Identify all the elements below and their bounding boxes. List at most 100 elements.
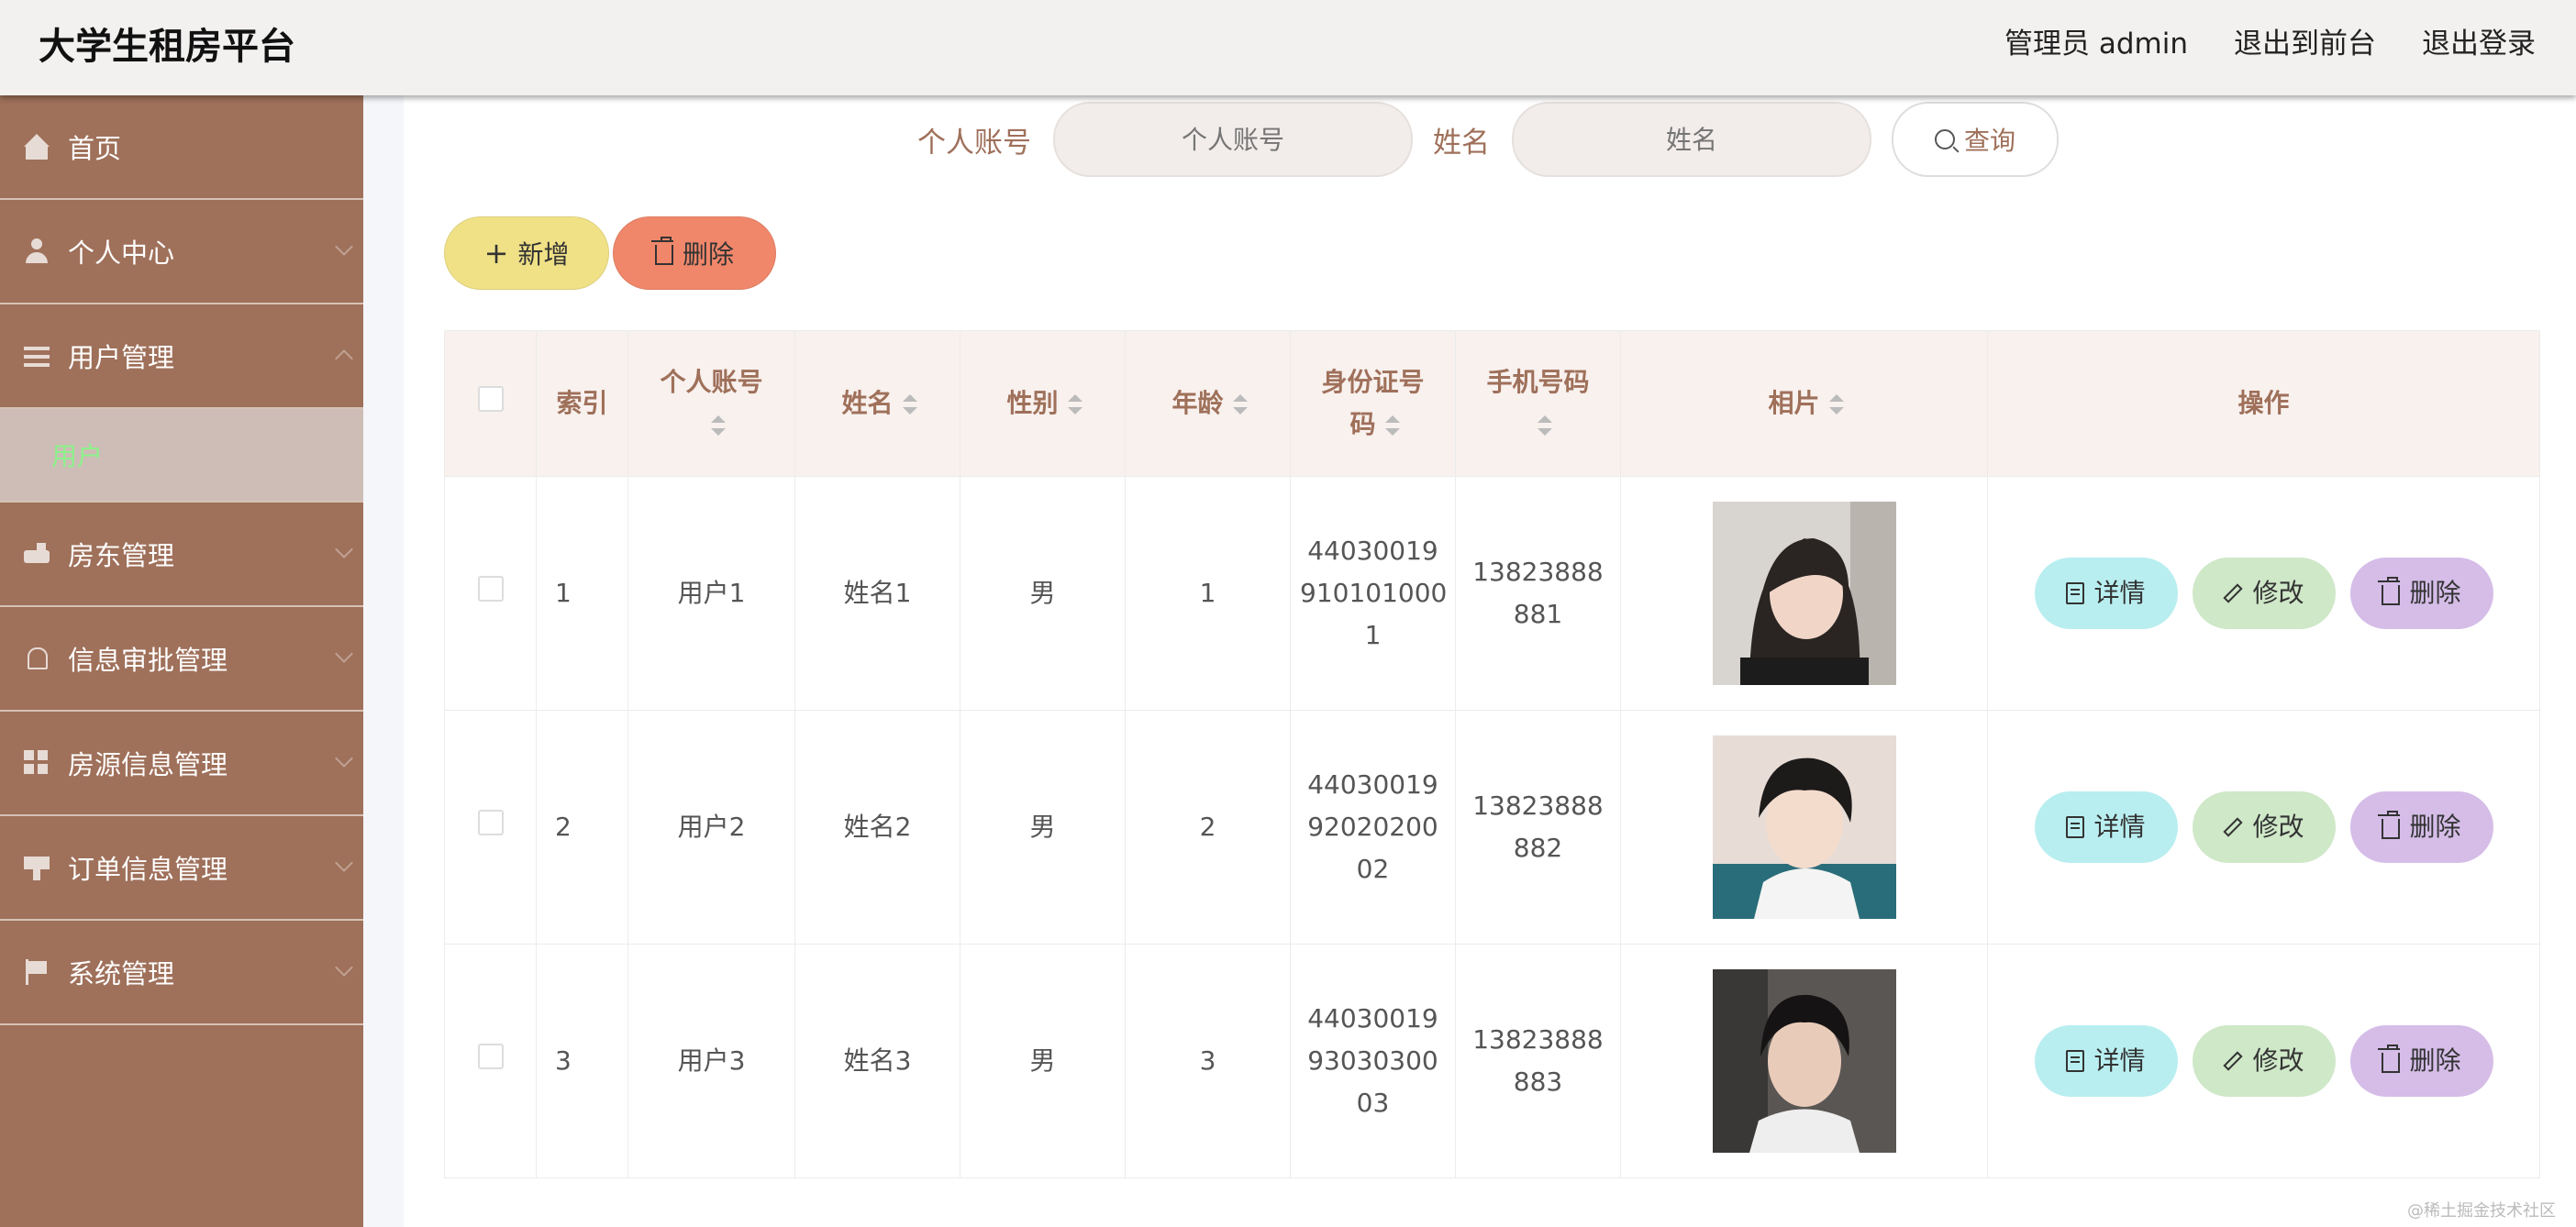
brand-title: 大学生租房平台 xyxy=(39,26,295,68)
user-photo[interactable] xyxy=(1712,969,1896,1153)
cell-name: 姓名2 xyxy=(794,710,960,945)
cell-photo xyxy=(1620,944,1988,1178)
sort-icon[interactable] xyxy=(1232,394,1248,415)
cell-gender: 男 xyxy=(960,476,1126,711)
detail-label: 详情 xyxy=(2093,812,2146,842)
cell-index: 1 xyxy=(536,476,628,711)
cell-name: 姓名1 xyxy=(794,476,960,711)
bell-icon xyxy=(24,646,50,671)
phone-part: 13823888 xyxy=(1472,790,1604,821)
edit-button[interactable]: 修改 xyxy=(2192,1025,2336,1097)
id-part: 03 xyxy=(1356,1088,1390,1118)
detail-button[interactable]: 详情 xyxy=(2034,1025,2178,1097)
delete-button[interactable]: 删除 xyxy=(2349,558,2493,629)
table-row: 3 用户3 姓名3 男 3 44030019 93030300 03 1382388… xyxy=(444,944,2540,1178)
user-photo[interactable] xyxy=(1712,735,1896,919)
row-checkbox[interactable] xyxy=(477,810,504,835)
col-account[interactable]: 个人账号 xyxy=(627,330,795,477)
sidebar-item-order-management[interactable]: 订单信息管理 xyxy=(0,816,363,921)
detail-button[interactable]: 详情 xyxy=(2034,791,2178,863)
col-phone[interactable]: 手机号码 xyxy=(1455,330,1621,477)
select-all-checkbox[interactable] xyxy=(477,386,504,412)
query-button[interactable]: 查询 xyxy=(1892,102,2059,177)
cell-ops: 详情 修改 删除 xyxy=(1987,476,2540,711)
trash-icon xyxy=(650,237,673,265)
sidebar-item-label: 信息审批管理 xyxy=(68,645,228,676)
sidebar-item-approval-management[interactable]: 信息审批管理 xyxy=(0,607,363,712)
main-content: 个人账号 姓名 查询 + 新增 删除 索引 个人账号 姓 xyxy=(404,95,2576,1227)
name-input[interactable] xyxy=(1512,102,1871,177)
col-name[interactable]: 姓名 xyxy=(794,330,960,477)
edit-button[interactable]: 修改 xyxy=(2192,791,2336,863)
query-label: 查询 xyxy=(1963,126,2015,156)
sidebar-item-user-management[interactable]: 用户管理 xyxy=(0,304,363,409)
sidebar-item-label: 房东管理 xyxy=(68,540,175,571)
trash-icon xyxy=(2378,1045,2401,1073)
cell-account: 用户1 xyxy=(627,476,795,711)
delete-label: 删除 xyxy=(2409,812,2461,842)
col-gender-label: 性别 xyxy=(1006,388,1059,418)
col-id-number[interactable]: 身份证号码 xyxy=(1290,330,1456,477)
cell-gender: 男 xyxy=(960,944,1126,1178)
sidebar-item-landlord-management[interactable]: 房东管理 xyxy=(0,503,363,607)
sidebar-subitem-user[interactable]: 用户 xyxy=(0,409,363,503)
col-index-label: 索引 xyxy=(556,388,608,418)
sidebar-item-system-management[interactable]: 系统管理 xyxy=(0,921,363,1025)
chevron-down-icon xyxy=(335,540,353,558)
user-photo[interactable] xyxy=(1712,502,1896,685)
sidebar-item-housing-management[interactable]: 房源信息管理 xyxy=(0,712,363,816)
col-gender[interactable]: 性别 xyxy=(960,330,1126,477)
col-id-label: 身份证号 xyxy=(1321,367,1425,397)
flag-icon xyxy=(24,959,50,985)
add-button[interactable]: + 新增 xyxy=(444,216,609,290)
delete-label: 删除 xyxy=(2409,1045,2461,1076)
id-part: 1 xyxy=(1364,620,1382,650)
row-checkbox[interactable] xyxy=(477,576,504,602)
edit-label: 修改 xyxy=(2252,812,2304,842)
sidebar-item-label: 订单信息管理 xyxy=(68,854,228,885)
exit-to-front-link[interactable]: 退出到前台 xyxy=(2234,20,2376,61)
row-select-cell[interactable] xyxy=(444,710,537,945)
row-checkbox[interactable] xyxy=(477,1044,504,1069)
delete-button[interactable]: 删除 xyxy=(2349,791,2493,863)
cell-age: 3 xyxy=(1125,944,1291,1178)
cell-phone: 13823888 883 xyxy=(1455,944,1621,1178)
search-icon xyxy=(1934,129,1955,149)
edit-label: 修改 xyxy=(2252,578,2304,608)
sidebar-item-label: 个人中心 xyxy=(68,238,175,269)
edit-label: 修改 xyxy=(2252,1045,2304,1076)
row-select-cell[interactable] xyxy=(444,944,537,1178)
sort-icon[interactable] xyxy=(710,415,726,436)
batch-delete-button[interactable]: 删除 xyxy=(613,216,776,290)
col-age[interactable]: 年龄 xyxy=(1125,330,1291,477)
cell-index: 3 xyxy=(536,944,628,1178)
delete-button[interactable]: 删除 xyxy=(2349,1025,2493,1097)
sort-icon[interactable] xyxy=(1067,394,1083,415)
top-nav: 管理员 admin 退出到前台 退出登录 xyxy=(2004,20,2536,61)
sort-icon[interactable] xyxy=(1384,415,1400,436)
col-photo[interactable]: 相片 xyxy=(1620,330,1988,477)
sort-icon[interactable] xyxy=(1828,394,1844,415)
sidebar-item-personal-center[interactable]: 个人中心 xyxy=(0,200,363,304)
row-select-cell[interactable] xyxy=(444,476,537,711)
logout-link[interactable]: 退出登录 xyxy=(2422,20,2536,61)
sort-icon[interactable] xyxy=(902,394,917,415)
select-all-cell[interactable] xyxy=(444,330,537,477)
col-phone-label: 手机号码 xyxy=(1486,367,1590,397)
edit-button[interactable]: 修改 xyxy=(2192,558,2336,629)
sidebar-item-home[interactable]: 首页 xyxy=(0,95,363,200)
id-part: 910101000 xyxy=(1300,578,1448,608)
cell-index: 2 xyxy=(536,710,628,945)
cell-id-number: 44030019 93030300 03 xyxy=(1290,944,1456,1178)
cup-icon xyxy=(24,855,50,880)
account-input[interactable] xyxy=(1053,102,1413,177)
chevron-down-icon xyxy=(335,958,353,977)
detail-label: 详情 xyxy=(2093,1045,2146,1076)
sort-icon[interactable] xyxy=(1537,415,1552,436)
col-ops: 操作 xyxy=(1987,330,2540,477)
list-icon xyxy=(24,343,50,369)
detail-button[interactable]: 详情 xyxy=(2034,558,2178,629)
detail-label: 详情 xyxy=(2093,578,2146,608)
table-row: 1 用户1 姓名1 男 1 44030019 910101000 1 1382388… xyxy=(444,476,2540,711)
cell-account: 用户2 xyxy=(627,710,795,945)
